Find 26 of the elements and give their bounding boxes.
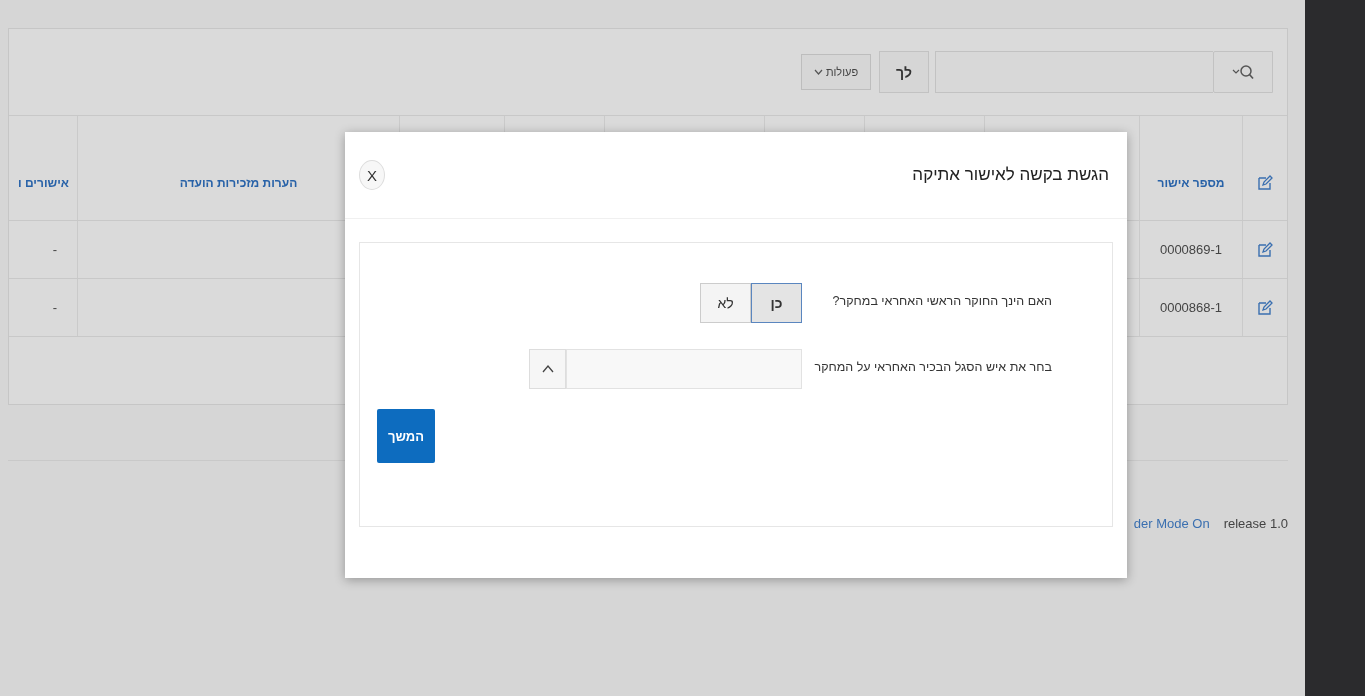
close-button[interactable]: X — [359, 160, 385, 190]
chevron-down-icon — [813, 69, 823, 75]
edit-icon — [1257, 175, 1273, 191]
continue-button[interactable]: המשך — [377, 409, 435, 463]
column-header[interactable]: מספר אישור — [1157, 176, 1225, 190]
table-cell-text: - — [52, 242, 58, 257]
edit-icon[interactable] — [1257, 241, 1273, 258]
search-field[interactable] — [935, 51, 1213, 93]
select-field[interactable] — [566, 349, 802, 389]
toggle-option[interactable]: כן — [751, 283, 802, 323]
dialog-title: הגשת בקשה לאישור אתיקה — [912, 165, 1109, 185]
search-icon[interactable] — [1213, 51, 1273, 93]
table-cell-text: - — [52, 300, 58, 315]
table-cell: 0000868-1 — [1159, 300, 1223, 315]
release-label: release 1.0 — [1223, 516, 1288, 531]
field-label: האם הינך החוקר הראשי האחראי במחקר? — [831, 293, 1052, 310]
mode-link[interactable]: der Mode On — [1133, 516, 1210, 531]
table-cell: 0000869-1 — [1159, 242, 1223, 257]
actions-button[interactable]: פעולות — [801, 54, 871, 90]
edit-icon[interactable] — [1257, 299, 1273, 316]
chevron-up-icon[interactable] — [529, 349, 566, 389]
toggle-option[interactable]: לא — [700, 283, 751, 323]
column-header[interactable]: הערות מזכירות הועדה — [179, 176, 298, 190]
column-header[interactable]: אישורים ו — [18, 176, 69, 190]
go-button[interactable]: לך — [879, 51, 929, 93]
field-label: בחר את איש הסגל הבכיר האחראי על המחקר — [813, 359, 1052, 376]
